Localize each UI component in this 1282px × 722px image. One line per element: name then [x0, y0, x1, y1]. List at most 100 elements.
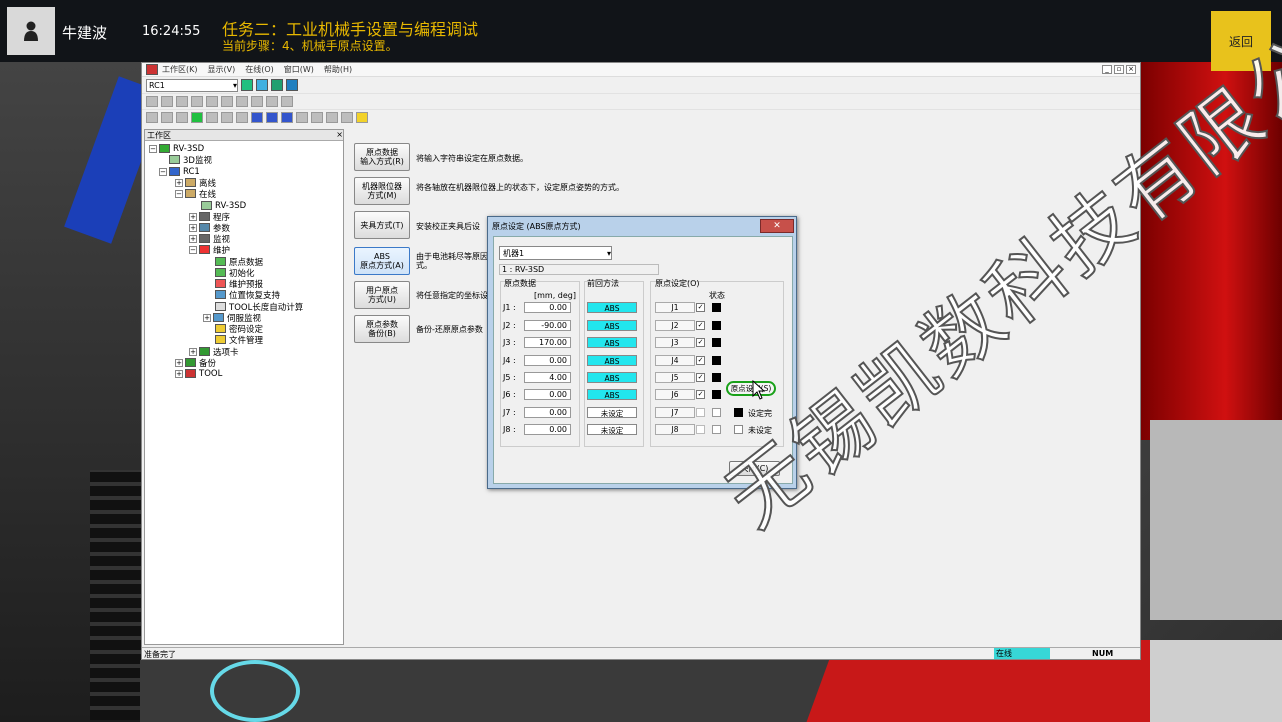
- copy-icon[interactable]: [176, 96, 188, 107]
- doc-icon[interactable]: [266, 96, 278, 107]
- expand-icon[interactable]: +: [189, 212, 197, 221]
- origin-set-button[interactable]: 原点设定(S): [726, 381, 776, 396]
- tree-item-robot-online[interactable]: RV-3SD: [201, 200, 246, 211]
- abs-origin-button[interactable]: ABS 原点方式(A): [354, 247, 410, 275]
- new-icon[interactable]: [146, 96, 158, 107]
- j6-checkbox[interactable]: ✓: [696, 390, 705, 399]
- tree-item-tool-length[interactable]: TOOL长度自动计算: [215, 301, 303, 313]
- j1-value-field[interactable]: 0.00: [524, 302, 571, 313]
- j6-value-field[interactable]: 0.00: [524, 389, 571, 400]
- close-icon[interactable]: ×: [1126, 65, 1136, 74]
- tree-item-password[interactable]: 密码设定: [215, 323, 263, 335]
- tool-icon-d[interactable]: [206, 112, 218, 123]
- collapse-icon[interactable]: −: [189, 245, 197, 254]
- tree-item-rc1[interactable]: − RC1: [159, 166, 200, 177]
- paste-icon[interactable]: [191, 96, 203, 107]
- sort-icon[interactable]: [251, 96, 263, 107]
- origin-backup-button[interactable]: 原点参数 备份(B): [354, 315, 410, 343]
- avatar[interactable]: [7, 7, 55, 55]
- tree-item-online[interactable]: − 在线: [175, 188, 216, 200]
- j7-value-field[interactable]: 0.00: [524, 407, 571, 418]
- tree-item-forecast[interactable]: 维护预报: [215, 278, 263, 290]
- tool-icon-h[interactable]: [311, 112, 323, 123]
- tree-item-initialize[interactable]: 初始化: [215, 267, 255, 279]
- expand-icon[interactable]: +: [189, 223, 197, 232]
- print-icon[interactable]: [206, 96, 218, 107]
- simulate-icon[interactable]: [286, 79, 298, 91]
- j4-checkbox[interactable]: ✓: [696, 356, 705, 365]
- tree-item-monitor[interactable]: + 监视: [189, 233, 230, 245]
- tree-item-3d-monitor[interactable]: 3D监视: [169, 154, 212, 166]
- menu-online[interactable]: 在线(O): [245, 64, 274, 75]
- docs-icon[interactable]: [281, 96, 293, 107]
- menu-workarea[interactable]: 工作区(K): [162, 64, 198, 75]
- tool-icon-g[interactable]: [296, 112, 308, 123]
- user-origin-button[interactable]: 用户原点 方式(U): [354, 281, 410, 309]
- tile-v-icon[interactable]: [281, 112, 293, 123]
- green-run-icon[interactable]: [191, 112, 203, 123]
- restore-icon[interactable]: ▫: [1114, 65, 1124, 74]
- minimize-icon[interactable]: _: [1102, 65, 1112, 74]
- tree-item-backup[interactable]: + 备份: [175, 357, 216, 369]
- close-button[interactable]: 关闭(C): [729, 461, 780, 476]
- tree-item-origin-data[interactable]: 原点数据: [215, 256, 263, 268]
- tree-item-maintenance[interactable]: − 维护: [189, 244, 230, 256]
- tree-item-robot[interactable]: − RV-3SD: [149, 143, 204, 154]
- collapse-icon[interactable]: −: [159, 167, 167, 176]
- j1-checkbox[interactable]: ✓: [696, 303, 705, 312]
- dialog-close-icon[interactable]: ✕: [760, 219, 794, 233]
- menu-window[interactable]: 窗口(W): [284, 64, 314, 75]
- expand-icon[interactable]: +: [175, 358, 183, 367]
- expand-icon[interactable]: +: [189, 347, 197, 356]
- menu-help[interactable]: 帮助(H): [324, 64, 352, 75]
- machine-select[interactable]: 机器1 ▾: [499, 246, 612, 260]
- tree-item-servo-monitor[interactable]: + 伺服监视: [203, 312, 261, 324]
- j5-value-field[interactable]: 4.00: [524, 372, 571, 383]
- expand-icon[interactable]: +: [203, 313, 211, 322]
- tool-icon-c[interactable]: [176, 112, 188, 123]
- cascade-icon[interactable]: [251, 112, 263, 123]
- jig-method-button[interactable]: 夹具方式(T): [354, 211, 410, 239]
- j3-checkbox[interactable]: ✓: [696, 338, 705, 347]
- tree-item-program[interactable]: + 程序: [189, 211, 230, 223]
- printer-icon[interactable]: [341, 112, 353, 123]
- expand-icon[interactable]: +: [175, 369, 183, 378]
- preview-icon[interactable]: [221, 96, 233, 107]
- j3-value-field[interactable]: 170.00: [524, 337, 571, 348]
- j8-checkbox[interactable]: [696, 425, 705, 434]
- expand-icon[interactable]: +: [175, 178, 183, 187]
- monitor-icon[interactable]: [271, 79, 283, 91]
- j8-value-field[interactable]: 0.00: [524, 424, 571, 435]
- tree-item-file-manager[interactable]: 文件管理: [215, 334, 263, 346]
- back-button[interactable]: 返回: [1211, 11, 1271, 71]
- j5-checkbox[interactable]: ✓: [696, 373, 705, 382]
- tree-item-tool[interactable]: + TOOL: [175, 368, 222, 379]
- menu-view[interactable]: 显示(V): [208, 64, 236, 75]
- tree-item-parameter[interactable]: + 参数: [189, 222, 230, 234]
- origin-data-input-button[interactable]: 原点数据 输入方式(R): [354, 143, 410, 171]
- j2-value-field[interactable]: -90.00: [524, 320, 571, 331]
- tree-item-position-recovery[interactable]: 位置恢复支持: [215, 289, 280, 301]
- tool-icon-e[interactable]: [221, 112, 233, 123]
- connect-icon[interactable]: [241, 79, 253, 91]
- j2-checkbox[interactable]: ✓: [696, 321, 705, 330]
- edit-icon[interactable]: [256, 79, 268, 91]
- tile-h-icon[interactable]: [266, 112, 278, 123]
- close-icon[interactable]: ×: [336, 130, 343, 140]
- expand-icon[interactable]: +: [189, 234, 197, 243]
- cut-icon[interactable]: [161, 96, 173, 107]
- tool-icon-i[interactable]: [326, 112, 338, 123]
- help-icon[interactable]: [356, 112, 368, 123]
- mechanical-stopper-button[interactable]: 机器限位器 方式(M): [354, 177, 410, 205]
- collapse-icon[interactable]: −: [175, 189, 183, 198]
- chart-icon[interactable]: [236, 96, 248, 107]
- tool-icon-a[interactable]: [146, 112, 158, 123]
- tree-item-options[interactable]: + 选项卡: [189, 346, 239, 358]
- tool-icon-b[interactable]: [161, 112, 173, 123]
- tool-icon-f[interactable]: [236, 112, 248, 123]
- controller-select[interactable]: RC1 ▾: [146, 78, 238, 92]
- tree-item-offline[interactable]: + 离线: [175, 177, 216, 189]
- collapse-icon[interactable]: −: [149, 144, 157, 153]
- j4-value-field[interactable]: 0.00: [524, 355, 571, 366]
- j7-checkbox[interactable]: [696, 408, 705, 417]
